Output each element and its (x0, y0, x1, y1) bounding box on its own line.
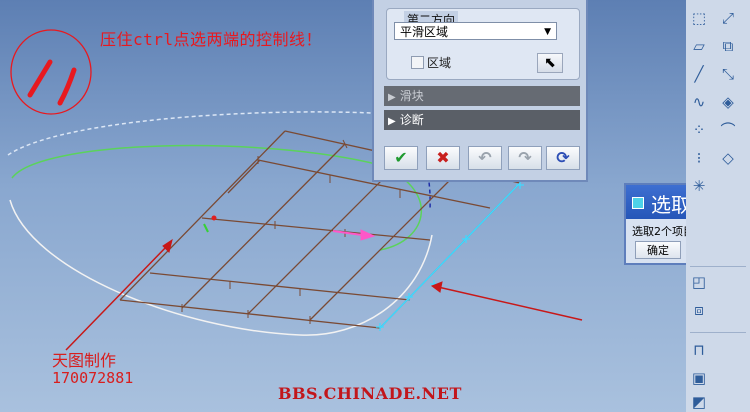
trim-icon[interactable]: ⊓ (689, 340, 709, 360)
second-direction-group: 第二方向 平滑区域 ▼ 区域 ⬉ (386, 8, 580, 80)
dashed-ellipse-curve (7, 111, 373, 156)
confirm-button[interactable]: 确定 (635, 241, 681, 259)
thicken-icon[interactable]: ▣ (689, 368, 709, 388)
cancel-button[interactable]: ✖ (426, 146, 460, 170)
red-arrow-right (430, 281, 583, 321)
redo-button[interactable]: ↷ (508, 146, 542, 170)
line-icon[interactable]: ╱ (689, 64, 709, 84)
toolbar-separator (690, 266, 746, 267)
point-icon[interactable]: ⁝ (689, 148, 709, 168)
region-checkbox[interactable] (411, 56, 424, 69)
chevron-down-icon: ▼ (544, 27, 551, 37)
select-value: 平滑区域 (400, 25, 449, 39)
undo-button[interactable]: ↶ (468, 146, 502, 170)
blend-type-select[interactable]: 平滑区域 ▼ (394, 22, 557, 40)
sketch-pen-icon[interactable]: ⤢ (718, 8, 738, 28)
ok-button[interactable]: ✔ (384, 146, 418, 170)
author-id: 170072881 (52, 369, 134, 387)
merge-icon[interactable]: ⧈ (689, 300, 709, 320)
select-arrow-button[interactable]: ⬉ (537, 53, 563, 73)
hand-drawn-mark (10, 29, 92, 115)
pattern-icon[interactable]: ◰ (689, 272, 709, 292)
section-slider[interactable]: ▶ 滑块 (384, 86, 580, 106)
spline-icon[interactable]: ∿ (689, 92, 709, 112)
cursor-arrow-icon: ⬉ (544, 55, 556, 71)
extrude-icon[interactable]: ⧉ (718, 36, 738, 56)
cross-points-icon[interactable]: ⁘ (689, 120, 709, 140)
curve-icon[interactable]: ⌒ (718, 120, 738, 140)
feature-dialog: 第二方向 平滑区域 ▼ 区域 ⬉ ▶ 滑块 ▶ 诊断 ✔ ✖ ↶ ↷ ⟳ (372, 0, 588, 182)
right-toolbar: ⬚ ⤢ ▱ ⧉ ╱ ⤡ ∿ ◈ ⁘ ⌒ ⁝ ◇ ✳ ◰ ⧈ ⊓ ▣ ◩ (686, 0, 750, 412)
sweep-icon[interactable]: ⤡ (718, 64, 738, 84)
solidify-icon[interactable]: ◩ (689, 392, 709, 412)
author-label: 天图制作 (52, 351, 117, 370)
expand-triangle-icon: ▶ (388, 92, 396, 103)
section-diagnostics[interactable]: ▶ 诊断 (384, 110, 580, 130)
datum-plane-icon[interactable]: ▱ (689, 36, 709, 56)
preview-button[interactable]: ⟳ (546, 146, 580, 170)
selection-icon (632, 197, 644, 209)
watermark: BBS.CHINADE.NET (278, 384, 462, 403)
toolbar-separator (690, 332, 746, 333)
expand-triangle-icon: ▶ (388, 116, 396, 127)
asterisk-icon[interactable]: ✳ (689, 176, 709, 196)
popup-title: 选取 (651, 193, 691, 217)
red-arrow-left (65, 238, 173, 351)
region-checkbox-label: 区域 (427, 56, 452, 70)
boundary-icon[interactable]: ◇ (718, 148, 738, 168)
direction-arrow (332, 229, 376, 241)
dotted-box-icon[interactable]: ⬚ (689, 8, 709, 28)
selected-control-line (376, 181, 524, 331)
surface-icon[interactable]: ◈ (718, 92, 738, 112)
instruction-text: 压住ctrl点选两端的控制线！ (100, 30, 323, 49)
